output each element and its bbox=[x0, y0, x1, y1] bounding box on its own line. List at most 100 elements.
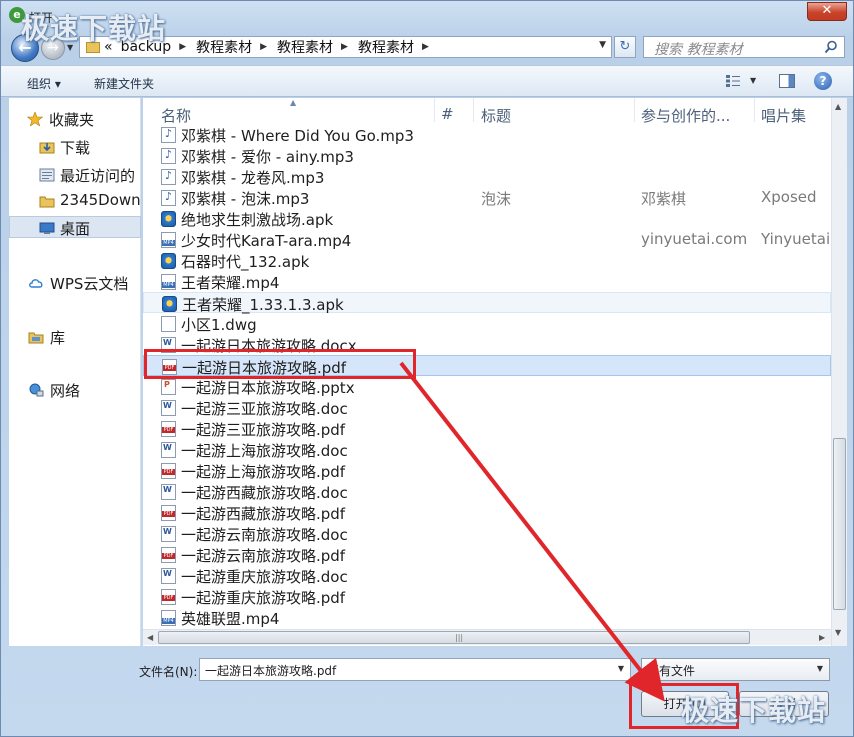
nav-item-desktop[interactable]: 桌面 bbox=[9, 216, 141, 238]
nav-item-downloads[interactable]: 下载 bbox=[9, 136, 141, 158]
chevron-right-icon[interactable]: ▶ bbox=[260, 42, 267, 52]
search-input[interactable]: 搜索 教程素材 bbox=[643, 36, 845, 58]
file-row[interactable]: 一起游上海旅游攻略.pdf bbox=[143, 460, 831, 481]
file-row[interactable]: 一起游西藏旅游攻略.pdf bbox=[143, 502, 831, 523]
file-name: 邓紫棋 - Where Did You Go.mp3 bbox=[181, 127, 414, 145]
view-options-icon[interactable] bbox=[725, 74, 741, 88]
file-row[interactable]: 一起游云南旅游攻略.pdf bbox=[143, 544, 831, 565]
nav-item-wps-cloud[interactable]: WPS云文档 bbox=[9, 272, 141, 294]
column-headers: ▲ 名称 # 标题 参与创作的... 唱片集 bbox=[143, 98, 831, 125]
recent-pages-dropdown-icon[interactable]: ▼ bbox=[67, 43, 73, 52]
horizontal-scrollbar[interactable]: ◀ ||| ▶ bbox=[143, 629, 831, 645]
organize-button[interactable]: 组织 ▾ bbox=[27, 75, 61, 92]
file-row[interactable]: 小区1.dwg bbox=[143, 313, 831, 334]
view-dropdown-icon[interactable]: ▼ bbox=[750, 76, 756, 85]
file-row[interactable]: 一起游重庆旅游攻略.doc bbox=[143, 565, 831, 586]
file-list[interactable]: ▲ 名称 # 标题 参与创作的... 唱片集 邓紫棋 - Where Did Y… bbox=[143, 98, 831, 646]
preview-pane-icon[interactable] bbox=[779, 74, 795, 88]
filename-label: 文件名(N): bbox=[139, 665, 198, 679]
file-row[interactable]: 邓紫棋 - 爱你 - ainy.mp3 bbox=[143, 145, 831, 166]
breadcrumb-item[interactable]: backup bbox=[121, 39, 172, 55]
file-row[interactable]: 邓紫棋 - Where Did You Go.mp3 bbox=[143, 124, 831, 145]
file-row[interactable]: 一起游日本旅游攻略.pdf bbox=[143, 355, 831, 377]
help-button[interactable]: ? bbox=[814, 72, 832, 90]
nav-item-2345down[interactable]: 2345Down bbox=[9, 190, 141, 212]
open-button[interactable]: 打开(O) bbox=[641, 691, 729, 717]
search-placeholder: 搜索 教程素材 bbox=[654, 42, 743, 58]
filename-dropdown-icon[interactable]: ▼ bbox=[618, 664, 624, 673]
nav-item-recent-places[interactable]: 最近访问的 bbox=[9, 164, 141, 186]
file-row[interactable]: 一起游上海旅游攻略.doc bbox=[143, 439, 831, 460]
grip-icon: ||| bbox=[455, 633, 464, 642]
scroll-left-icon[interactable]: ◀ bbox=[147, 633, 153, 642]
file-row[interactable]: 邓紫棋 - 龙卷风.mp3 bbox=[143, 166, 831, 187]
new-folder-button[interactable]: 新建文件夹 bbox=[94, 75, 154, 92]
file-row[interactable]: 一起游重庆旅游攻略.pdf bbox=[143, 586, 831, 607]
file-row[interactable]: 一起游三亚旅游攻略.doc bbox=[143, 397, 831, 418]
column-header-album[interactable]: 唱片集 bbox=[761, 105, 806, 126]
chevron-right-icon[interactable]: ▶ bbox=[341, 42, 348, 52]
column-header-number[interactable]: # bbox=[441, 105, 454, 123]
column-divider[interactable] bbox=[473, 98, 474, 122]
vertical-scroll-thumb[interactable] bbox=[833, 438, 846, 610]
forward-button[interactable]: → bbox=[41, 36, 65, 60]
scroll-up-icon[interactable]: ▲ bbox=[835, 102, 841, 111]
column-divider[interactable] bbox=[634, 98, 635, 122]
file-row[interactable]: 王者荣耀.mp4 bbox=[143, 271, 831, 292]
file-row[interactable]: 石器时代_132.apk bbox=[143, 250, 831, 271]
nav-item-favorites[interactable]: 收藏夹 bbox=[9, 108, 141, 130]
title-bar[interactable]: e 打开 ✕ bbox=[1, 1, 853, 31]
open-file-dialog: e 打开 ✕ 极速下载站 ← → ▼ « backup ▶ 教程素材 ▶ 教程素… bbox=[0, 0, 854, 737]
filename-input[interactable]: 一起游日本旅游攻略.pdf ▼ bbox=[199, 658, 631, 681]
vertical-scrollbar[interactable]: ▲ ▼ bbox=[831, 98, 847, 646]
file-row[interactable]: 一起游日本旅游攻略.docx bbox=[143, 334, 831, 355]
address-bar[interactable]: « backup ▶ 教程素材 ▶ 教程素材 ▶ 教程素材 ▶ ▼ bbox=[79, 36, 612, 58]
apk-file-icon bbox=[161, 211, 176, 227]
file-row[interactable]: 一起游云南旅游攻略.doc bbox=[143, 523, 831, 544]
file-row[interactable]: 英雄联盟.mp4 bbox=[143, 607, 831, 628]
nav-item-libraries[interactable]: 库 bbox=[9, 326, 141, 348]
nav-item-network[interactable]: 网络 bbox=[9, 379, 141, 401]
breadcrumb-overflow[interactable]: « bbox=[104, 39, 113, 55]
column-header-contributing-artists[interactable]: 参与创作的... bbox=[641, 105, 730, 126]
back-button[interactable]: ← bbox=[11, 34, 39, 62]
file-row[interactable]: 邓紫棋 - 泡沫.mp3 泡沫 邓紫棋 Xposed bbox=[143, 187, 831, 208]
breadcrumb-item[interactable]: 教程素材 bbox=[358, 37, 414, 57]
file-row[interactable]: 少女时代KaraT-ara.mp4 yinyuetai.com Yinyuetai bbox=[143, 229, 831, 250]
pdf-file-icon bbox=[162, 359, 177, 375]
search-icon[interactable] bbox=[824, 40, 838, 54]
breadcrumb-item[interactable]: 教程素材 bbox=[196, 37, 252, 57]
star-icon bbox=[27, 112, 43, 126]
word-document-icon bbox=[161, 337, 176, 353]
file-row[interactable]: 一起游三亚旅游攻略.pdf bbox=[143, 418, 831, 439]
nav-item-label: 桌面 bbox=[60, 220, 91, 238]
download-folder-icon bbox=[39, 142, 55, 154]
chevron-right-icon[interactable]: ▶ bbox=[422, 42, 429, 52]
close-button[interactable]: ✕ bbox=[807, 2, 847, 21]
file-row[interactable]: 一起游西藏旅游攻略.doc bbox=[143, 481, 831, 502]
audio-file-icon bbox=[161, 148, 176, 164]
horizontal-scroll-thumb[interactable]: ||| bbox=[158, 631, 750, 644]
network-icon bbox=[29, 383, 44, 397]
column-header-name[interactable]: 名称 bbox=[161, 105, 191, 126]
filetype-dropdown-icon[interactable]: ▼ bbox=[817, 664, 823, 673]
folder-icon bbox=[86, 41, 100, 53]
nav-item-label: 网络 bbox=[50, 382, 81, 400]
file-row[interactable]: 一起游日本旅游攻略.pptx bbox=[143, 376, 831, 397]
file-name: 一起游上海旅游攻略.doc bbox=[181, 442, 348, 460]
scroll-down-icon[interactable]: ▼ bbox=[835, 628, 841, 637]
column-divider[interactable] bbox=[434, 98, 435, 122]
column-divider[interactable] bbox=[754, 98, 755, 122]
refresh-button[interactable]: ↻ bbox=[614, 36, 636, 58]
column-header-title[interactable]: 标题 bbox=[481, 105, 511, 126]
file-row[interactable]: 王者荣耀_1.33.1.3.apk bbox=[143, 292, 831, 314]
cancel-button[interactable]: 取消 bbox=[739, 691, 829, 717]
breadcrumb-item[interactable]: 教程素材 bbox=[277, 37, 333, 57]
nav-item-label: 库 bbox=[50, 329, 66, 347]
scroll-right-icon[interactable]: ▶ bbox=[819, 633, 825, 642]
address-dropdown-icon[interactable]: ▼ bbox=[599, 40, 606, 50]
filetype-select[interactable]: 所有文件 ▼ bbox=[641, 658, 830, 681]
filetype-value: 所有文件 bbox=[647, 664, 696, 678]
chevron-right-icon[interactable]: ▶ bbox=[179, 42, 186, 52]
file-row[interactable]: 绝地求生刺激战场.apk bbox=[143, 208, 831, 229]
